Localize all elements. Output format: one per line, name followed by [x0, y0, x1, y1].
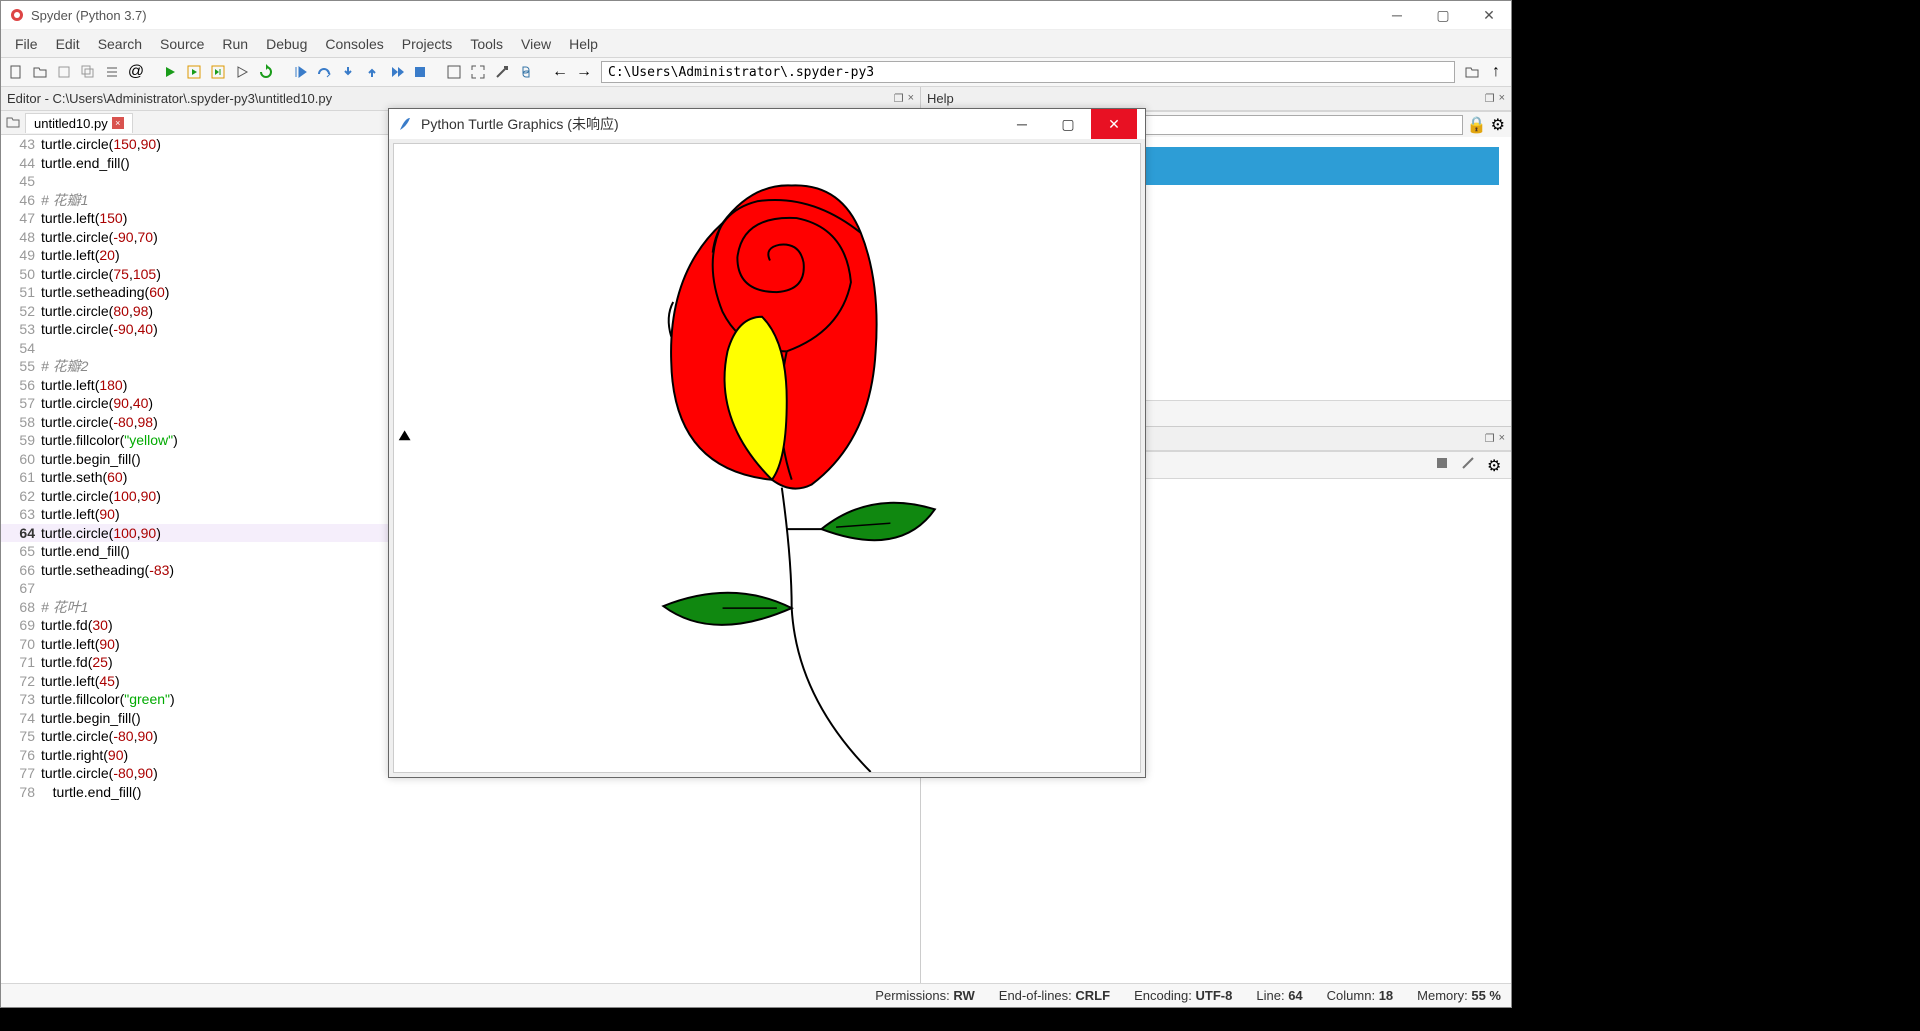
new-file-icon[interactable]: [5, 61, 27, 83]
menu-source[interactable]: Source: [152, 33, 212, 55]
save-icon[interactable]: [53, 61, 75, 83]
spyder-icon: [9, 7, 25, 23]
menu-edit[interactable]: Edit: [48, 33, 88, 55]
status-column: Column: 18: [1327, 988, 1394, 1003]
turtle-window-title: Python Turtle Graphics (未响应): [421, 114, 619, 134]
undock-icon[interactable]: ❐: [1485, 92, 1495, 105]
menu-consoles[interactable]: Consoles: [317, 33, 391, 55]
lock-icon[interactable]: 🔒: [1467, 115, 1487, 135]
options-icon[interactable]: ⚙: [1487, 456, 1505, 474]
python-path-icon[interactable]: [515, 61, 537, 83]
code-line[interactable]: 78 turtle.end_fill(): [1, 783, 920, 802]
preferences-icon[interactable]: [491, 61, 513, 83]
step-out-icon[interactable]: [361, 61, 383, 83]
run-selection-icon[interactable]: [231, 61, 253, 83]
status-line: Line: 64: [1256, 988, 1302, 1003]
internet-icon[interactable]: @: [125, 61, 147, 83]
title-bar[interactable]: Spyder (Python 3.7) ─ ▢ ✕: [1, 1, 1511, 29]
minimize-button[interactable]: ─: [1383, 7, 1411, 24]
maximize-button[interactable]: ▢: [1429, 7, 1457, 24]
run-icon[interactable]: [159, 61, 181, 83]
stop-kernel-icon[interactable]: [1435, 456, 1453, 474]
open-file-icon[interactable]: [29, 61, 51, 83]
editor-tab[interactable]: untitled10.py ×: [25, 113, 133, 133]
turtle-close-button[interactable]: ✕: [1091, 109, 1137, 139]
close-pane-icon[interactable]: ×: [908, 92, 914, 105]
tab-label: untitled10.py: [34, 116, 108, 131]
menu-projects[interactable]: Projects: [394, 33, 461, 55]
turtle-window[interactable]: Python Turtle Graphics (未响应) ─ ▢ ✕: [388, 108, 1146, 778]
status-bar: Permissions: RW End-of-lines: CRLF Encod…: [1, 983, 1511, 1007]
main-toolbar: @ ← → ↑: [1, 57, 1511, 87]
turtle-canvas: [393, 143, 1141, 773]
tab-close-icon[interactable]: ×: [112, 117, 124, 129]
menu-help[interactable]: Help: [561, 33, 606, 55]
stop-debug-icon[interactable]: [409, 61, 431, 83]
clear-console-icon[interactable]: [1461, 456, 1479, 474]
run-cell-icon[interactable]: [183, 61, 205, 83]
menu-run[interactable]: Run: [214, 33, 256, 55]
menu-file[interactable]: File: [7, 33, 46, 55]
menu-view[interactable]: View: [513, 33, 559, 55]
status-eol: End-of-lines: CRLF: [999, 988, 1110, 1003]
debug-start-icon[interactable]: [289, 61, 311, 83]
turtle-minimize-button[interactable]: ─: [999, 109, 1045, 139]
list-icon[interactable]: [101, 61, 123, 83]
python-feather-icon: [397, 116, 413, 132]
status-memory: Memory: 55 %: [1417, 988, 1501, 1003]
window-title: Spyder (Python 3.7): [31, 8, 147, 23]
run-cell-advance-icon[interactable]: [207, 61, 229, 83]
close-pane-icon[interactable]: ×: [1499, 92, 1505, 105]
nav-back-icon[interactable]: ←: [549, 61, 571, 83]
menu-search[interactable]: Search: [90, 33, 150, 55]
maximize-pane-icon[interactable]: [443, 61, 465, 83]
step-into-icon[interactable]: [337, 61, 359, 83]
save-all-icon[interactable]: [77, 61, 99, 83]
gear-icon[interactable]: ⚙: [1491, 115, 1505, 135]
browse-dir-icon[interactable]: [1461, 61, 1483, 83]
continue-icon[interactable]: [385, 61, 407, 83]
undock-icon[interactable]: ❐: [894, 92, 904, 105]
nav-forward-icon[interactable]: →: [573, 61, 595, 83]
close-button[interactable]: ✕: [1475, 7, 1503, 24]
file-browser-icon[interactable]: [5, 114, 23, 132]
status-permissions: Permissions: RW: [875, 988, 974, 1003]
working-dir-input[interactable]: [601, 61, 1455, 83]
status-encoding: Encoding: UTF-8: [1134, 988, 1232, 1003]
rerun-icon[interactable]: [255, 61, 277, 83]
menu-debug[interactable]: Debug: [258, 33, 315, 55]
menu-bar: File Edit Search Source Run Debug Consol…: [1, 29, 1511, 57]
turtle-maximize-button[interactable]: ▢: [1045, 109, 1091, 139]
close-pane-icon[interactable]: ×: [1499, 432, 1505, 445]
undock-icon[interactable]: ❐: [1485, 432, 1495, 445]
turtle-title-bar[interactable]: Python Turtle Graphics (未响应) ─ ▢ ✕: [389, 109, 1145, 139]
step-over-icon[interactable]: [313, 61, 335, 83]
parent-dir-icon[interactable]: ↑: [1485, 61, 1507, 83]
fullscreen-icon[interactable]: [467, 61, 489, 83]
menu-tools[interactable]: Tools: [462, 33, 511, 55]
